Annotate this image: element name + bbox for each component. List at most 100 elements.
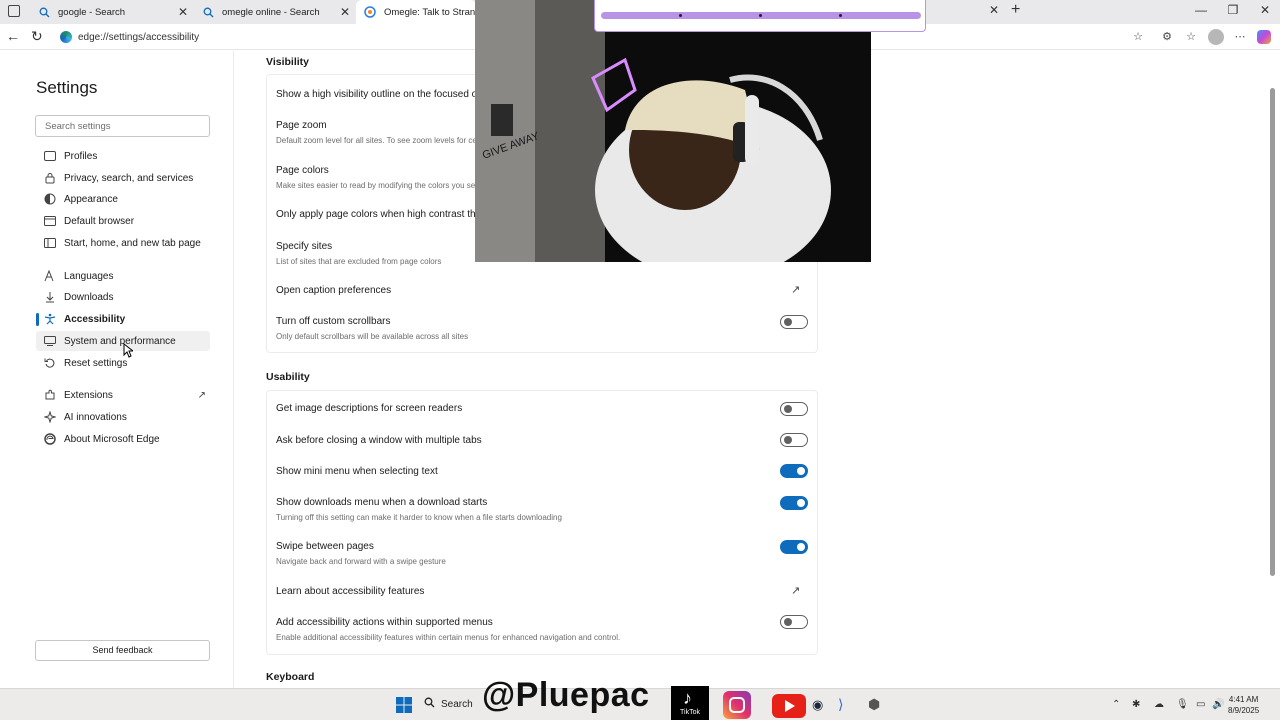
edge-icon	[44, 433, 56, 445]
close-icon[interactable]: ✕	[340, 5, 350, 19]
setting-mini-menu: Show mini menu when selecting text	[276, 466, 438, 477]
section-title-visibility: Visibility	[266, 56, 309, 68]
restore-icon[interactable]: ❐	[1218, 3, 1248, 17]
new-tab-icon[interactable]: +	[1011, 1, 1020, 19]
sidebar-item-start-home[interactable]: Start, home, and new tab page	[36, 233, 210, 253]
setting-description: Only default scrollbars will be availabl…	[276, 332, 469, 341]
sidebar-item-label: About Microsoft Edge	[64, 433, 160, 445]
external-link-icon[interactable]: ↗	[791, 584, 800, 597]
sidebar-item-appearance[interactable]: Appearance	[36, 189, 210, 209]
setting-description: List of sites that are excluded from pag…	[276, 257, 442, 266]
taskbar-search[interactable]: Search	[424, 697, 473, 711]
sidebar-item-label: Privacy, search, and services	[64, 172, 194, 184]
windows-start-icon[interactable]	[396, 697, 412, 713]
setting-description: Make sites easier to read by modifying t…	[276, 181, 476, 190]
setting-specify-sites[interactable]: Specify sites	[276, 241, 332, 252]
sidebar-item-about[interactable]: About Microsoft Edge	[36, 429, 210, 449]
toggle-downloads-menu[interactable]	[780, 496, 808, 510]
sidebar-item-label: Default browser	[64, 215, 135, 227]
toggle-mini-menu[interactable]	[780, 464, 808, 478]
sidebar-item-extensions[interactable]: Extensions ↗	[36, 385, 210, 405]
watermark-handle: @Pluepac	[482, 676, 650, 714]
toggle-custom-scrollbars[interactable]	[780, 315, 808, 329]
back-icon[interactable]: ←	[6, 28, 20, 44]
clock[interactable]: 4:41 AM 8/9/2025	[1228, 694, 1259, 716]
search-icon	[38, 6, 50, 18]
toggle-image-descriptions[interactable]	[780, 402, 808, 416]
screen: google - Search ✕ omegle online - Search…	[0, 0, 1280, 720]
setting-description: Navigate back and forward with a swipe g…	[276, 557, 446, 566]
mouse-cursor-icon	[123, 343, 133, 358]
setting-page-zoom[interactable]: Page zoom	[276, 120, 327, 131]
settings-sidebar: Settings Search settings Profiles Privac…	[0, 51, 234, 691]
sidebar-item-ai[interactable]: AI innovations	[36, 407, 210, 427]
sidebar-item-label: Reset settings	[64, 357, 128, 369]
avatar[interactable]	[1208, 29, 1224, 45]
volume-icon[interactable]: 🔊	[1212, 699, 1224, 710]
section-title-keyboard: Keyboard	[266, 671, 315, 683]
close-icon[interactable]: ✕	[989, 3, 999, 17]
network-icon[interactable]: ▭	[1196, 699, 1205, 710]
toggle-swipe-pages[interactable]	[780, 540, 808, 554]
sidebar-item-accessibility[interactable]: Accessibility	[36, 309, 210, 329]
sidebar-item-profiles[interactable]: Profiles	[36, 146, 210, 166]
vscode-icon[interactable]: ⟩	[838, 696, 843, 713]
sidebar-item-downloads[interactable]: Downloads	[36, 287, 210, 307]
reset-icon	[44, 357, 56, 369]
toggle-ask-before-closing[interactable]	[780, 433, 808, 447]
setting-custom-scrollbars: Turn off custom scrollbars	[276, 316, 391, 327]
tab-label: omegle online - Search	[222, 6, 320, 18]
favorites-icon[interactable]: ☆	[1184, 30, 1198, 44]
send-feedback-button[interactable]: Send feedback	[35, 640, 210, 661]
more-icon[interactable]: ⋯	[1233, 30, 1247, 44]
browser-icon	[44, 215, 56, 227]
setting-learn-accessibility[interactable]: Learn about accessibility features	[276, 586, 424, 597]
tray-app-icon[interactable]: ✱	[1132, 699, 1140, 710]
toggle-accessibility-actions[interactable]	[780, 615, 808, 629]
tab-omegle-search[interactable]: omegle online - Search ✕	[194, 0, 356, 24]
minimize-icon[interactable]: —	[1186, 3, 1216, 17]
edge-icon	[60, 31, 72, 43]
setting-caption-preferences[interactable]: Open caption preferences	[276, 285, 391, 296]
extensions-icon	[44, 389, 56, 401]
favorite-star-icon[interactable]: ☆	[1131, 30, 1145, 44]
external-link-icon[interactable]: ↗	[791, 283, 800, 296]
sidebar-item-label: Accessibility	[64, 313, 126, 325]
refresh-icon[interactable]: ↻	[31, 28, 43, 45]
setting-accessibility-actions: Add accessibility actions within support…	[276, 617, 493, 628]
progress-marker	[839, 14, 842, 17]
app-icon[interactable]: ⬢	[868, 696, 880, 713]
search-input[interactable]: Search settings	[35, 115, 210, 137]
taskbar-search-label: Search	[441, 698, 473, 710]
sidebar-item-languages[interactable]: Languages	[36, 266, 210, 286]
tab-omegle[interactable]: Omegle: Talk to Strangers w	[356, 0, 476, 24]
system-icon	[44, 335, 56, 347]
clock-date: 8/9/2025	[1228, 706, 1260, 715]
sidebar-item-privacy[interactable]: Privacy, search, and services	[36, 168, 210, 188]
sidebar-item-default-browser[interactable]: Default browser	[36, 211, 210, 231]
setting-swipe-pages: Swipe between pages	[276, 541, 374, 552]
microphone-icon[interactable]: 🎙	[1176, 699, 1189, 710]
copilot-icon[interactable]	[1257, 30, 1271, 44]
onedrive-icon[interactable]: ☁	[1154, 699, 1164, 710]
external-link-icon: ↗	[197, 389, 206, 401]
close-window-icon[interactable]: ✕	[1250, 3, 1280, 17]
tray-chevron-icon[interactable]: ⌃	[1112, 699, 1120, 710]
url-text: edge://settings/accessibility	[78, 31, 200, 43]
close-icon[interactable]: ✕	[178, 5, 188, 19]
tiktok-icon: ♪	[683, 688, 692, 708]
tab-actions-icon[interactable]	[8, 5, 20, 17]
extension-icon[interactable]: ⚙	[1160, 30, 1174, 44]
tiktok-logo: ♪ TikTok	[671, 686, 709, 720]
setting-description: Turning off this setting can make it har…	[276, 513, 562, 522]
sidebar-item-label: System and performance	[64, 335, 176, 347]
usability-card	[266, 390, 818, 655]
setting-downloads-menu: Show downloads menu when a download star…	[276, 497, 488, 508]
tab-google-search[interactable]: google - Search ✕	[30, 0, 194, 24]
youtube-icon	[772, 694, 806, 718]
home-icon	[44, 237, 56, 249]
page-scrollbar[interactable]	[1270, 88, 1275, 576]
appearance-icon	[44, 193, 56, 205]
steam-icon[interactable]: ◉	[812, 697, 823, 713]
setting-page-colors[interactable]: Page colors	[276, 165, 329, 176]
